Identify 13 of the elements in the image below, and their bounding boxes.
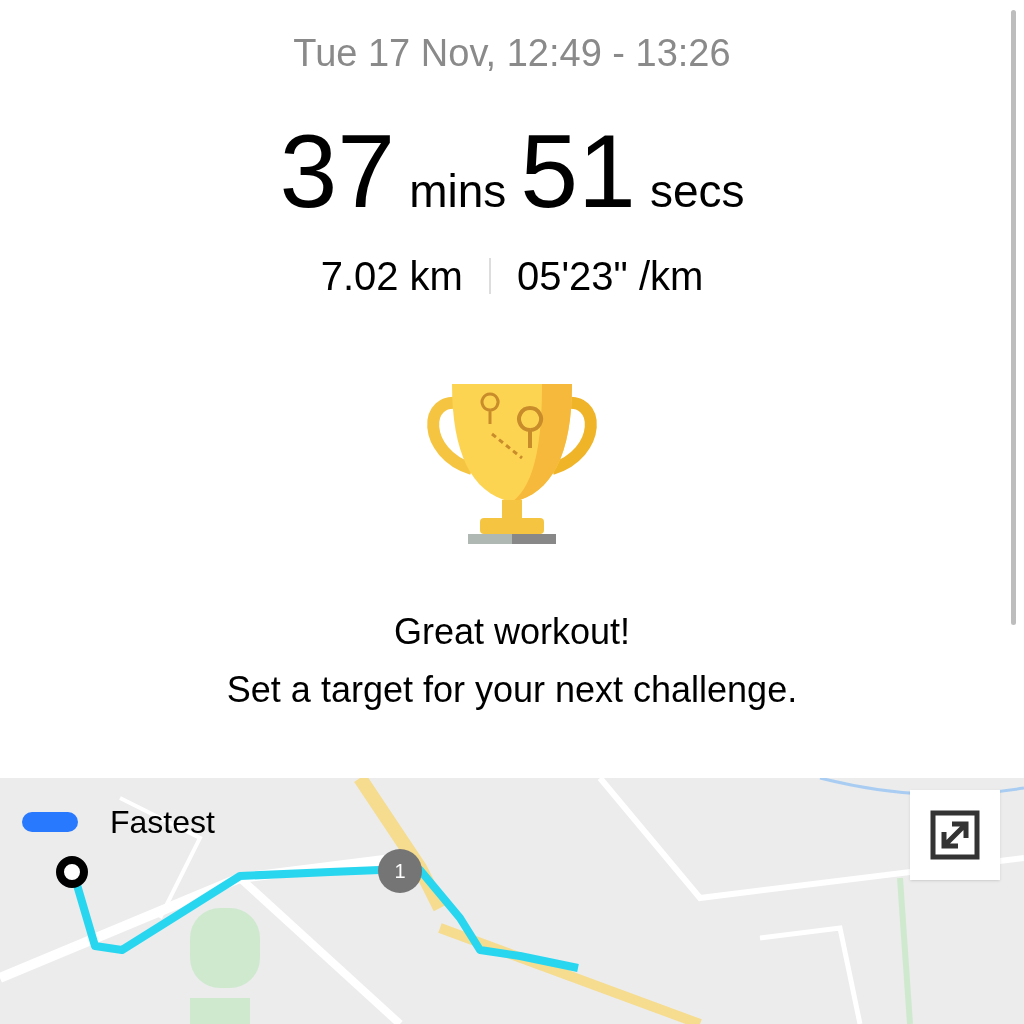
duration-value: 51 bbox=[520, 116, 636, 226]
duration-unit: mins bbox=[409, 164, 507, 219]
duration-value: 37 bbox=[279, 116, 396, 226]
duration-unit: secs bbox=[649, 164, 745, 219]
stat-value: 05'23" /km bbox=[516, 253, 704, 300]
legend-label: Fastest bbox=[110, 803, 215, 842]
expand-button[interactable] bbox=[910, 790, 1000, 880]
message-subtitle: Set a target for your next challenge. bbox=[226, 668, 798, 712]
scrollbar[interactable] bbox=[1011, 10, 1016, 625]
expand-icon bbox=[930, 810, 980, 860]
stat-value: 7.02 km bbox=[320, 253, 463, 300]
date-range: Tue 17 Nov, 12:49 - 13:26 bbox=[293, 31, 731, 76]
message-title: Great workout! bbox=[393, 610, 631, 654]
